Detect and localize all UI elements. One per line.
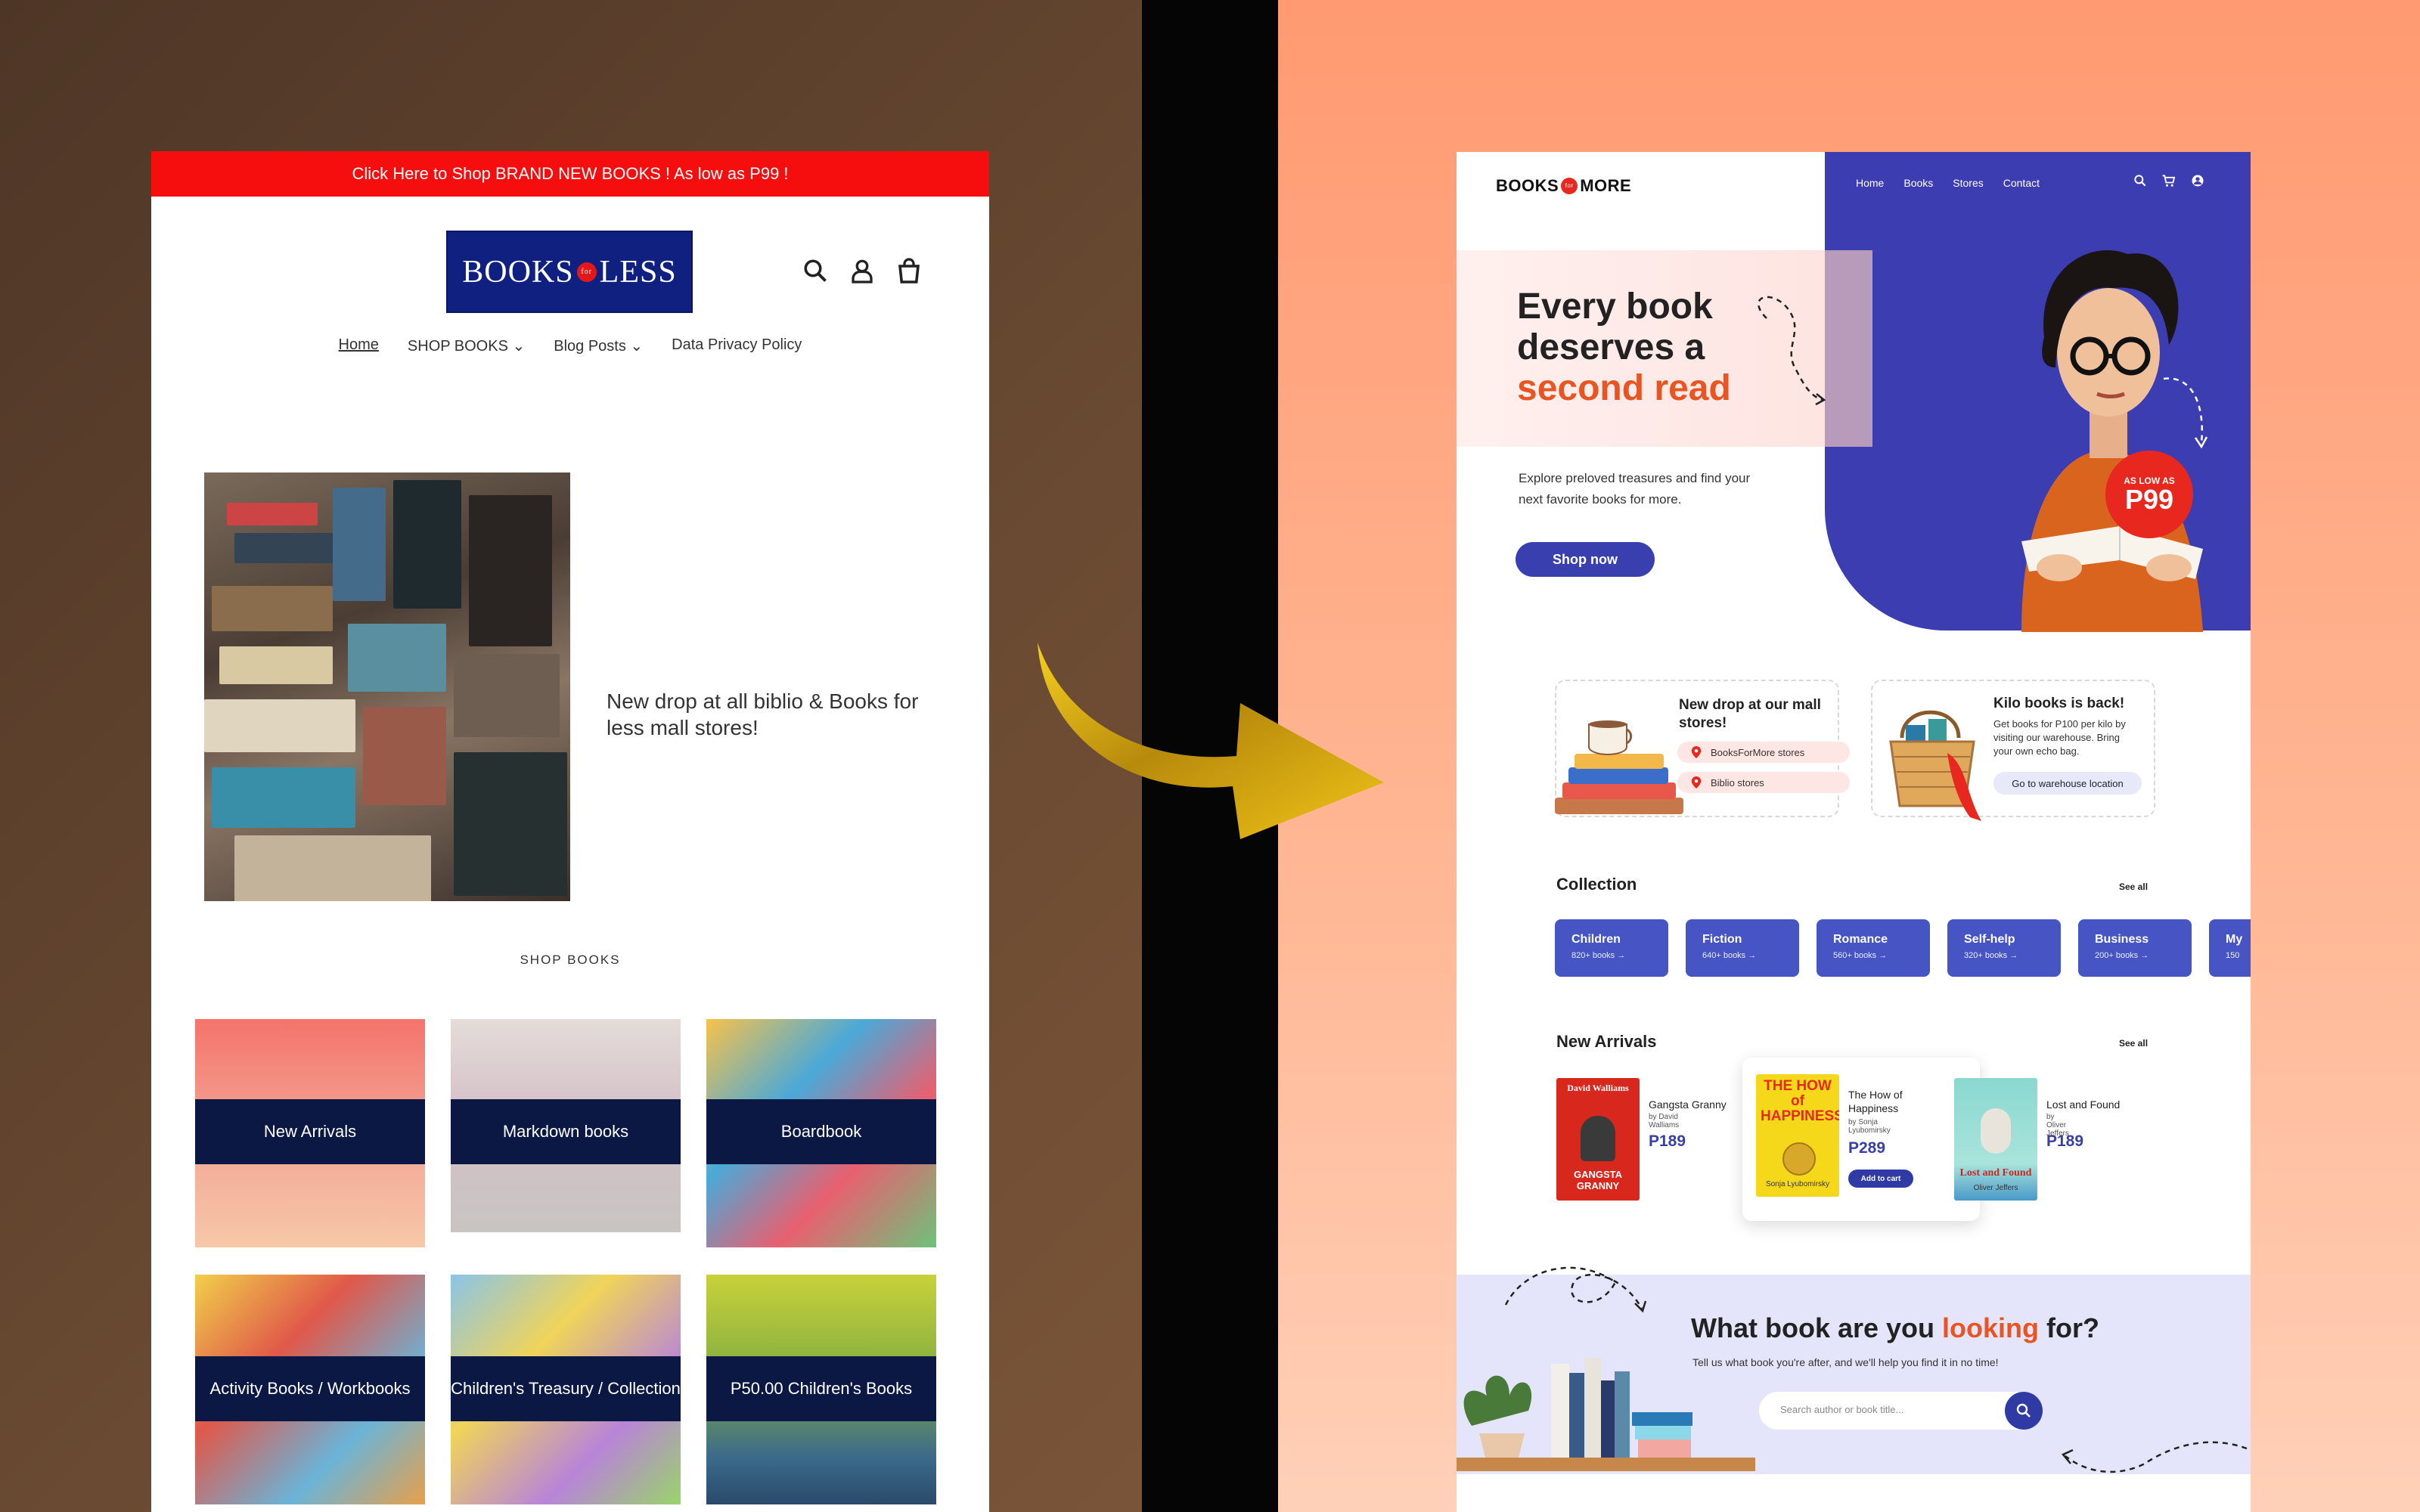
new-arrivals-see-all-link[interactable]: See all	[2119, 1038, 2148, 1049]
product-price: P189	[2046, 1132, 2084, 1150]
dashed-arrow-icon	[1758, 296, 1826, 406]
bookshelf-plant-illustration	[1457, 1358, 1755, 1471]
collection-more[interactable]: My 150	[2209, 919, 2251, 977]
shop-books-title: SHOP BOOKS	[520, 953, 621, 967]
warehouse-location-button[interactable]: Go to warehouse location	[1993, 772, 2142, 795]
new-logo-right: MORE	[1580, 176, 1632, 195]
mall-stores-card: New drop at our mall stores! BooksForMor…	[1555, 680, 1850, 817]
new-nav-contact[interactable]: Contact	[2003, 177, 2040, 189]
product-title: Lost and Found	[2046, 1098, 2121, 1111]
old-website-screenshot: Click Here to Shop BRAND NEW BOOKS ! As …	[151, 151, 989, 1512]
pill-booksformore-stores[interactable]: BooksForMore stores	[1677, 742, 1850, 763]
old-logo-right: LESS	[599, 254, 677, 290]
search-icon	[2016, 1403, 2031, 1418]
location-pin-icon	[1691, 776, 1702, 789]
nav-home[interactable]: Home	[339, 336, 379, 355]
old-logo-left: BOOKS	[462, 254, 574, 290]
collection-business[interactable]: Business 200+ books →	[2078, 919, 2192, 977]
account-icon[interactable]	[2190, 173, 2205, 188]
old-hero-text: New drop at all biblio & Books for less …	[607, 689, 919, 739]
search-section: What book are you looking for? Tell us w…	[1457, 1266, 2251, 1474]
product-author: by Sonja Lyubomirsky	[1848, 1118, 1891, 1135]
account-icon[interactable]	[849, 257, 876, 284]
collection-romance[interactable]: Romance 560+ books →	[1817, 919, 1930, 977]
promo-banner[interactable]: Click Here to Shop BRAND NEW BOOKS ! As …	[151, 151, 989, 197]
product-title: The How of Happiness	[1848, 1089, 1903, 1114]
old-logo[interactable]: BOOKS for LESS	[446, 231, 693, 313]
tile-label: P50.00 Children's Books	[706, 1356, 936, 1421]
hero-subtext: Explore preloved treasures and find your…	[1519, 471, 1751, 507]
books-and-coffee-illustration	[1555, 720, 1683, 814]
product-title: Gangsta Granny	[1649, 1098, 1727, 1111]
transition-arrow-icon	[1038, 643, 1384, 839]
tile-label: Boardbook	[706, 1099, 936, 1164]
book-cover: Lost and Found Oliver Jeffers	[1954, 1078, 2037, 1201]
pill-biblio-stores[interactable]: Biblio stores	[1677, 772, 1850, 793]
search-subtext: Tell us what book you're after, and we'l…	[1692, 1356, 1999, 1368]
new-website-mockup: BOOKS for MORE Home Books Stores Contact…	[1457, 152, 2251, 1512]
tile-activity-books[interactable]: Activity Books / Workbooks	[195, 1275, 425, 1504]
nav-blog-posts[interactable]: Blog Posts ⌄	[554, 336, 643, 355]
new-logo-mid: for	[1561, 178, 1578, 194]
tile-boardbook[interactable]: Boardbook	[706, 1019, 936, 1247]
product-price: P189	[1649, 1132, 1686, 1150]
dashed-arrow-icon	[2061, 1441, 2248, 1473]
location-pin-icon	[1691, 746, 1702, 758]
collection-see-all-link[interactable]: See all	[2119, 881, 2148, 892]
tile-new-arrivals[interactable]: New Arrivals	[195, 1019, 425, 1247]
cart-bag-icon[interactable]	[895, 257, 923, 284]
basket-illustration	[1889, 710, 1981, 821]
new-nav: Home Books Stores Contact	[1856, 177, 2040, 189]
books-stack-photo	[204, 472, 570, 901]
cart-icon[interactable]	[2161, 173, 2176, 188]
new-logo[interactable]: BOOKS for MORE	[1496, 176, 1631, 196]
dashed-arrow-icon	[1504, 1266, 1647, 1313]
old-logo-mid: for	[576, 262, 597, 282]
book-cover: THE HOW of HAPPINESS Sonja Lyubomirsky	[1756, 1074, 1839, 1197]
price-badge: AS LOW AS P99	[2105, 451, 2193, 538]
card2-description: Get books for P100 per kilo by visiting …	[1993, 718, 2126, 757]
nav-data-privacy[interactable]: Data Privacy Policy	[672, 336, 802, 355]
add-to-cart-button[interactable]: Add to cart	[1848, 1170, 1913, 1188]
tile-childrens-treasury[interactable]: Children's Treasury / Collection	[451, 1275, 681, 1504]
tile-label: Activity Books / Workbooks	[195, 1356, 425, 1421]
book-cover: David Walliams GANGSTA GRANNY	[1556, 1078, 1640, 1201]
search-submit-button[interactable]	[2005, 1392, 2043, 1430]
collection-self-help[interactable]: Self-help 320+ books →	[1947, 919, 2061, 977]
product-card-hover[interactable]: THE HOW of HAPPINESS Sonja Lyubomirsky T…	[1742, 1058, 1980, 1221]
tile-label: Children's Treasury / Collection	[451, 1356, 681, 1421]
new-nav-home[interactable]: Home	[1856, 177, 1884, 189]
shop-now-button[interactable]: Shop now	[1516, 542, 1655, 577]
new-nav-books[interactable]: Books	[1903, 177, 1933, 189]
new-logo-left: BOOKS	[1496, 176, 1559, 195]
new-arrivals-title: New Arrivals	[1556, 1032, 1657, 1051]
collection-fiction[interactable]: Fiction 640+ books →	[1686, 919, 1799, 977]
search-icon[interactable]	[802, 257, 829, 284]
new-nav-stores[interactable]: Stores	[1953, 177, 1983, 189]
collection-children[interactable]: Children 820+ books →	[1555, 919, 1668, 977]
hero-headline: Every book deserves a second read	[1517, 287, 1731, 408]
search-icon[interactable]	[2133, 173, 2148, 188]
product-price: P289	[1848, 1139, 1886, 1157]
new-header-icons	[2133, 173, 2205, 188]
nav-shop-books[interactable]: SHOP BOOKS ⌄	[408, 336, 525, 355]
product-author: by David Walliams	[1649, 1113, 1680, 1129]
card2-title: Kilo books is back!	[1993, 696, 2125, 711]
card1-title: New drop at our mall stores!	[1679, 697, 1821, 731]
search-heading: What book are you looking for?	[1691, 1312, 2100, 1343]
tile-p50-childrens-books[interactable]: P50.00 Children's Books	[706, 1275, 936, 1504]
kilo-books-card: Kilo books is back! Get books for P100 p…	[1871, 680, 2155, 821]
tile-label: New Arrivals	[195, 1099, 425, 1164]
dashed-arrow-icon	[2163, 377, 2208, 449]
old-nav: Home SHOP BOOKS ⌄ Blog Posts ⌄ Data Priv…	[151, 336, 989, 355]
tile-label: Markdown books	[451, 1099, 681, 1164]
search-bar[interactable]: Search author or book title...	[1759, 1392, 2043, 1430]
search-input[interactable]: Search author or book title...	[1780, 1404, 1903, 1415]
old-header-icons	[802, 257, 923, 284]
tile-markdown-books[interactable]: Markdown books	[451, 1019, 681, 1232]
collection-title: Collection	[1556, 875, 1637, 894]
